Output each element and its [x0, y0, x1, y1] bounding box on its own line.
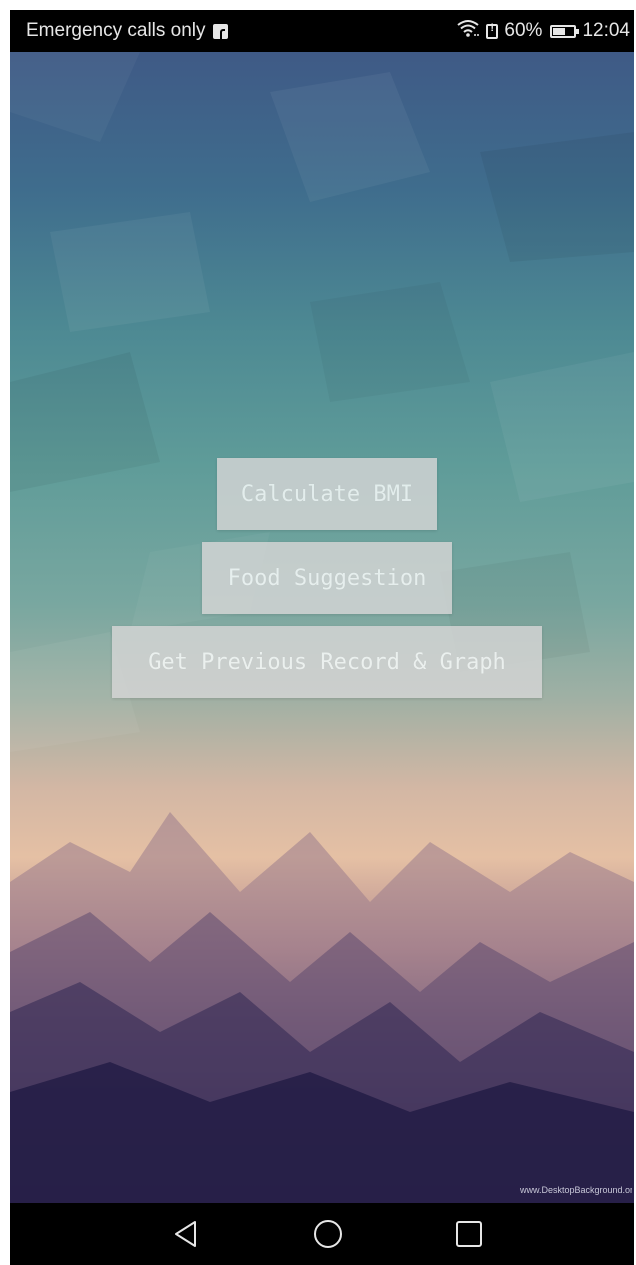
battery-level-fill [553, 27, 566, 35]
home-circle-icon[interactable] [293, 1203, 363, 1265]
back-triangle-icon[interactable] [151, 1203, 221, 1265]
wallpaper-watermark: www.DesktopBackground.org [520, 1185, 632, 1195]
status-right: 60% 12:04 [456, 10, 630, 52]
device-screen: Emergency calls only 60% 12:04 [10, 10, 634, 1265]
battery-icon [550, 24, 580, 38]
status-bar: Emergency calls only 60% 12:04 [10, 10, 634, 52]
sim-alert-icon [486, 22, 499, 39]
status-left: Emergency calls only [26, 10, 228, 52]
previous-record-label: Get Previous Record & Graph [148, 649, 506, 675]
calculate-bmi-button[interactable]: Calculate BMI [217, 458, 437, 530]
carrier-text: Emergency calls only [26, 20, 206, 41]
facebook-icon [212, 23, 228, 39]
recents-square-icon[interactable] [434, 1203, 504, 1265]
food-suggestion-label: Food Suggestion [227, 565, 427, 591]
battery-percent: 60% [504, 20, 543, 41]
clock: 12:04 [582, 20, 630, 41]
wifi-icon [456, 18, 480, 44]
battery-tip [576, 28, 580, 34]
previous-record-button[interactable]: Get Previous Record & Graph [112, 626, 542, 698]
food-suggestion-button[interactable]: Food Suggestion [202, 542, 452, 614]
calculate-bmi-label: Calculate BMI [240, 481, 414, 507]
navigation-bar [10, 1203, 634, 1265]
